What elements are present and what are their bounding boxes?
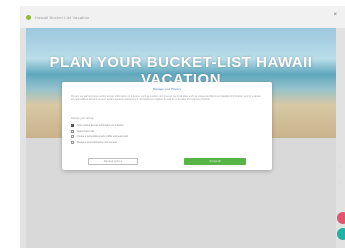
option-label: Create a personalised ads profile and se… (77, 135, 129, 139)
option-label: Store and/or access information on a dev… (77, 124, 124, 128)
site-header: Hawaii Bucket List Vacation × (20, 6, 345, 28)
dialog-body: We and our partners store and/or access … (71, 95, 261, 102)
manage-options-button[interactable]: Manage options (88, 158, 138, 165)
side-text: ... (338, 180, 341, 184)
dialog-actions: Manage options Accept all (88, 158, 246, 165)
close-icon[interactable]: × (333, 12, 337, 18)
site-logo-icon[interactable] (26, 14, 31, 20)
option-label: Select basic ads (77, 129, 95, 133)
checkbox[interactable] (71, 140, 74, 144)
accept-all-button[interactable]: Accept all (184, 158, 246, 165)
checkbox[interactable] (71, 135, 74, 139)
floating-action-pink[interactable] (337, 212, 345, 224)
dialog-title: Manage your Privacy (152, 87, 182, 91)
checkbox[interactable] (71, 129, 74, 133)
option-label: Measure ad performance and content (77, 140, 117, 144)
site-brand[interactable]: Hawaii Bucket List Vacation (35, 15, 89, 20)
consent-options: Store and/or access information on a dev… (71, 123, 263, 145)
checkbox[interactable] (71, 124, 74, 128)
consent-option[interactable]: Measure ad performance and content (71, 140, 263, 146)
side-text: ... (338, 164, 341, 168)
floating-action-teal[interactable] (337, 228, 345, 240)
privacy-consent-dialog: Manage your Privacy We and our partners … (62, 82, 272, 170)
dialog-subtitle: Manage your settings (71, 117, 94, 120)
